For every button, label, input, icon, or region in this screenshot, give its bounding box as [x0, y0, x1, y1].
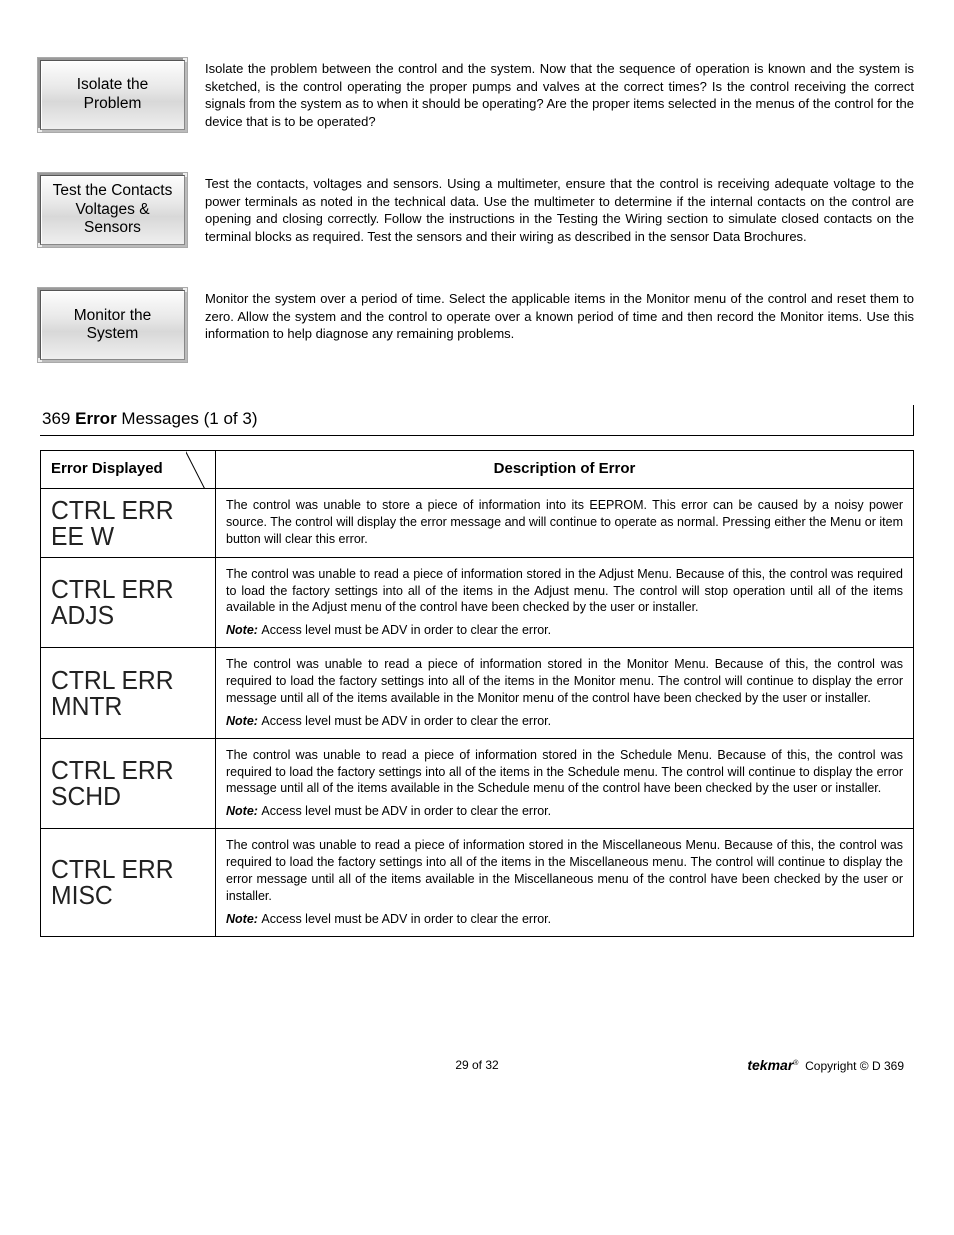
section-bold: Error — [75, 409, 117, 428]
footer-copyright: Copyright © D 369 — [805, 1059, 904, 1073]
note-label: Note: — [226, 714, 261, 728]
col-header-error: Error Displayed — [41, 451, 216, 488]
table-row: CTRL ERR MNTR The control was unable to r… — [41, 648, 914, 739]
error-table: Error Displayed Description of Error CTR… — [40, 450, 914, 936]
error-desc-cell: The control was unable to read a piece o… — [216, 829, 914, 936]
callout-label: Isolate the Problem — [77, 76, 149, 113]
error-code-cell: CTRL ERR MNTR — [41, 648, 216, 739]
error-code-display: CTRL ERR ADJS — [51, 576, 197, 628]
error-code-display: CTRL ERR MISC — [51, 856, 197, 908]
error-note: Note: Access level must be ADV in order … — [226, 713, 903, 730]
error-note: Note: Access level must be ADV in order … — [226, 803, 903, 820]
table-row: CTRL ERR SCHD The control was unable to r… — [41, 738, 914, 829]
error-desc-cell: The control was unable to read a piece o… — [216, 648, 914, 739]
error-desc-cell: The control was unable to read a piece o… — [216, 557, 914, 648]
error-desc-text: The control was unable to store a piece … — [226, 497, 903, 548]
info-text-isolate: Isolate the problem between the control … — [205, 60, 914, 130]
callout-test: Test the Contacts Voltages & Sensors — [40, 175, 185, 245]
callout-monitor: Monitor the System — [40, 290, 185, 360]
callout-label: Monitor the System — [74, 307, 152, 344]
info-row-test: Test the Contacts Voltages & Sensors Tes… — [40, 175, 914, 245]
info-text-test: Test the contacts, voltages and sensors.… — [205, 175, 914, 245]
error-code-display: CTRL ERR EE W — [51, 497, 197, 549]
info-text-monitor: Monitor the system over a period of time… — [205, 290, 914, 343]
error-code-cell: CTRL ERR EE W — [41, 488, 216, 557]
page-footer: 29 of 32 tekmar® Copyright © D 369 — [40, 1057, 914, 1073]
header-diagonal — [186, 451, 216, 487]
footer-right: tekmar® Copyright © D 369 — [747, 1057, 904, 1073]
error-desc-cell: The control was unable to store a piece … — [216, 488, 914, 557]
table-row: CTRL ERR MISC The control was unable to r… — [41, 829, 914, 936]
error-code-display: CTRL ERR SCHD — [51, 757, 197, 809]
callout-label: Test the Contacts Voltages & Sensors — [53, 182, 173, 238]
table-row: CTRL ERR EE W The control was unable to s… — [41, 488, 914, 557]
table-row: CTRL ERR ADJS The control was unable to r… — [41, 557, 914, 648]
error-code-cell: CTRL ERR ADJS — [41, 557, 216, 648]
section-rest: Messages (1 of 3) — [121, 409, 257, 428]
error-desc-text: The control was unable to read a piece o… — [226, 837, 903, 905]
footer-page: 29 of 32 — [455, 1058, 498, 1072]
error-desc-cell: The control was unable to read a piece o… — [216, 738, 914, 829]
info-row-isolate: Isolate the Problem Isolate the problem … — [40, 60, 914, 130]
col-header-desc: Description of Error — [216, 451, 914, 488]
error-code-cell: CTRL ERR SCHD — [41, 738, 216, 829]
error-note: Note: Access level must be ADV in order … — [226, 622, 903, 639]
error-desc-text: The control was unable to read a piece o… — [226, 566, 903, 617]
info-row-monitor: Monitor the System Monitor the system ov… — [40, 290, 914, 360]
section-number: 369 — [42, 409, 70, 428]
error-desc-text: The control was unable to read a piece o… — [226, 747, 903, 798]
error-code-cell: CTRL ERR MISC — [41, 829, 216, 936]
callout-isolate: Isolate the Problem — [40, 60, 185, 130]
error-desc-text: The control was unable to read a piece o… — [226, 656, 903, 707]
col-header-error-text: Error Displayed — [51, 460, 163, 477]
error-code-display: CTRL ERR MNTR — [51, 667, 197, 719]
error-note: Note: Access level must be ADV in order … — [226, 911, 903, 928]
footer-brand: tekmar — [747, 1057, 793, 1073]
section-header: 369 Error Messages (1 of 3) — [40, 405, 914, 436]
note-label: Note: — [226, 804, 261, 818]
note-label: Note: — [226, 912, 261, 926]
note-label: Note: — [226, 623, 261, 637]
